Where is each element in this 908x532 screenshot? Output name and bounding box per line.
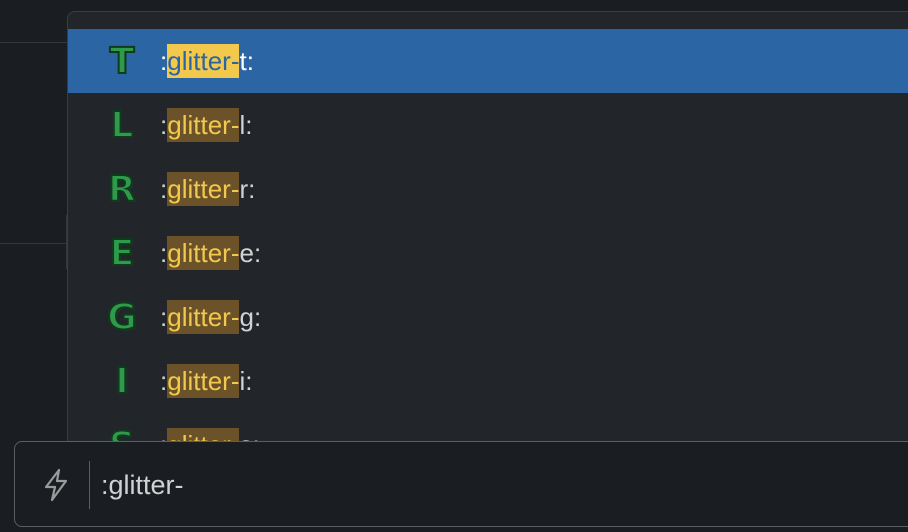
emoji-shortcode: : glitter-r:	[160, 172, 256, 206]
glitter-letter-emoji-icon: T	[109, 40, 136, 83]
lightning-bolt-icon[interactable]	[41, 468, 71, 502]
emoji-shortcode: : glitter-t:	[160, 44, 254, 78]
background-divider-middle	[0, 243, 67, 244]
glitter-letter-emoji-icon: I	[114, 360, 129, 403]
emoji-shortcode: : glitter-i:	[160, 364, 253, 398]
emoji-shortcode: : glitter-g:	[160, 300, 262, 334]
glitter-letter-emoji-icon: E	[109, 232, 136, 275]
emoji-suggestion-glitter-i[interactable]: I : glitter-i:	[68, 349, 908, 413]
match-highlight: glitter-	[167, 236, 240, 270]
emoji-autocomplete-popup: T : glitter-t: L : glitter-l: R : glitter-r…	[67, 11, 908, 452]
emoji-suggestion-glitter-t[interactable]: T : glitter-t:	[68, 29, 908, 93]
glitter-letter-emoji-icon: G	[106, 296, 138, 339]
match-highlight: glitter-	[167, 300, 240, 334]
glitter-letter-emoji-icon: L	[110, 104, 135, 147]
emoji-suggestion-glitter-l[interactable]: L : glitter-l:	[68, 93, 908, 157]
message-composer	[14, 441, 908, 527]
emoji-suggestion-list: T : glitter-t: L : glitter-l: R : glitter-r…	[68, 29, 908, 451]
match-highlight: glitter-	[167, 364, 240, 398]
composer-divider	[89, 461, 90, 509]
match-highlight: glitter-	[167, 44, 240, 78]
emoji-shortcode: : glitter-e:	[160, 236, 262, 270]
emoji-suggestion-glitter-e[interactable]: E : glitter-e:	[68, 221, 908, 285]
match-highlight: glitter-	[167, 172, 240, 206]
emoji-suggestion-glitter-g[interactable]: G : glitter-g:	[68, 285, 908, 349]
message-input[interactable]	[101, 464, 861, 506]
emoji-shortcode: : glitter-l:	[160, 108, 253, 142]
emoji-suggestion-glitter-r[interactable]: R : glitter-r:	[68, 157, 908, 221]
background-divider-top	[0, 42, 67, 43]
glitter-letter-emoji-icon: R	[107, 168, 137, 211]
match-highlight: glitter-	[167, 108, 240, 142]
